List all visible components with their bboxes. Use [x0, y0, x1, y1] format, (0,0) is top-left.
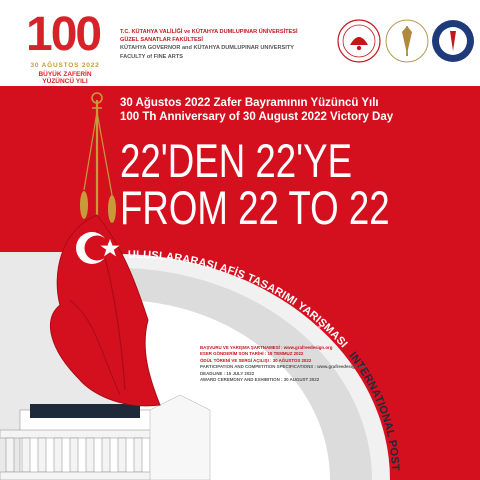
- monument-star-block: [149, 394, 211, 480]
- subtitle-english: 100 Th Anniversary of 30 August 2022 Vic…: [120, 111, 394, 123]
- detail-line-6: AWARD CEREMONY AND EXHIBITION : 30 AUGUS…: [200, 377, 320, 383]
- tassel-left: [80, 191, 88, 219]
- subtitle-turkish: 30 Ağustos 2022 Zafer Bayramının Yüzüncü…: [120, 97, 379, 109]
- headline-turkish: 22'DEN 22'YE: [120, 134, 353, 187]
- details-block: BAŞVURU VE YARIŞMA ŞARTNAMESİ : www.graf…: [200, 345, 370, 383]
- poster: 100 30 AĞUSTOS 2022 BÜYÜK ZAFERİN YÜZÜNC…: [0, 0, 480, 480]
- artwork: [0, 92, 390, 480]
- monument-dark-ledge: [30, 404, 140, 418]
- tassel-right: [108, 195, 116, 223]
- headline-english: FROM 22 TO 22: [120, 181, 390, 234]
- detail-line-4: PARTICIPATION AND COMPETITION SPECIFICAT…: [200, 364, 366, 370]
